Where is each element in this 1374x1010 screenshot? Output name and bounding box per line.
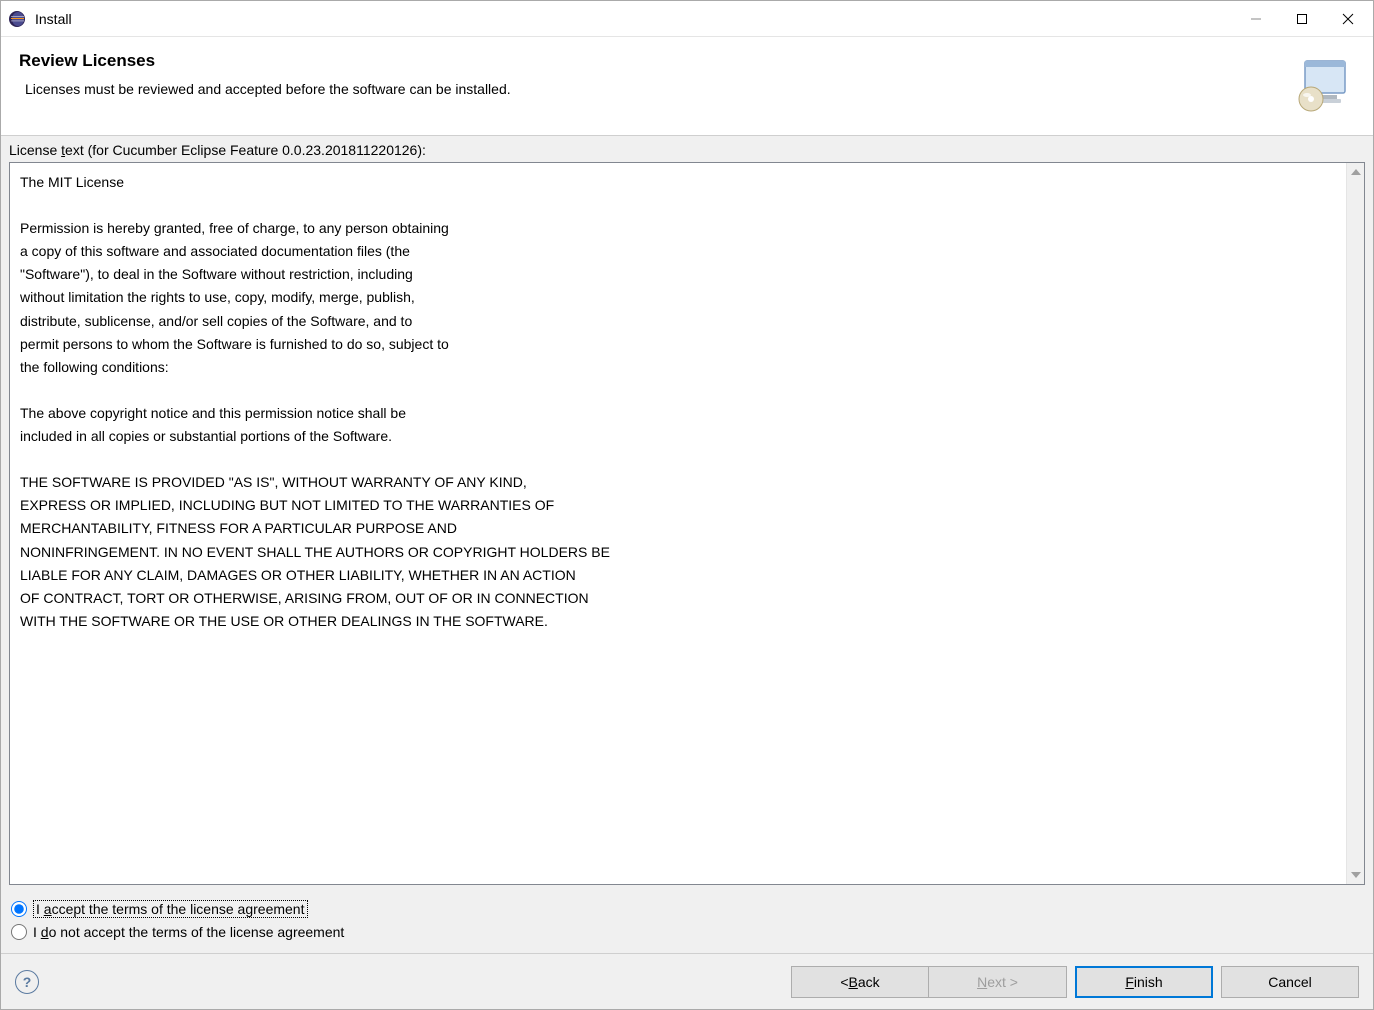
license-acceptance-group: I accept the terms of the license agreem… xyxy=(1,891,1373,953)
minimize-button[interactable] xyxy=(1233,3,1279,35)
decline-license-radio[interactable]: I do not accept the terms of the license… xyxy=(11,921,1363,943)
scroll-down-icon[interactable] xyxy=(1349,868,1363,882)
banner-subtitle: Licenses must be reviewed and accepted b… xyxy=(19,81,1281,97)
license-text-box: The MIT License Permission is hereby gra… xyxy=(9,162,1365,885)
accept-radio-input[interactable] xyxy=(11,901,27,917)
scrollbar[interactable] xyxy=(1346,163,1364,884)
window-title: Install xyxy=(35,11,72,27)
cancel-button[interactable]: Cancel xyxy=(1221,966,1359,998)
next-button: Next > xyxy=(929,966,1067,998)
close-button[interactable] xyxy=(1325,3,1371,35)
accept-license-radio[interactable]: I accept the terms of the license agreem… xyxy=(11,897,1363,921)
scroll-up-icon[interactable] xyxy=(1349,165,1363,179)
content-area: License text (for Cucumber Eclipse Featu… xyxy=(1,136,1373,953)
decline-radio-input[interactable] xyxy=(11,924,27,940)
banner-title: Review Licenses xyxy=(19,51,1281,71)
finish-button[interactable]: Finish xyxy=(1075,966,1213,998)
decline-radio-label: I do not accept the terms of the license… xyxy=(33,924,344,940)
eclipse-icon xyxy=(7,9,27,29)
back-button[interactable]: < Back xyxy=(791,966,929,998)
license-text-label: License text (for Cucumber Eclipse Featu… xyxy=(1,136,1373,162)
maximize-button[interactable] xyxy=(1279,3,1325,35)
accept-radio-label: I accept the terms of the license agreem… xyxy=(33,900,308,918)
license-text-content[interactable]: The MIT License Permission is hereby gra… xyxy=(10,163,1346,884)
install-icon xyxy=(1291,51,1355,115)
wizard-banner: Review Licenses Licenses must be reviewe… xyxy=(1,37,1373,136)
help-icon[interactable]: ? xyxy=(15,970,39,994)
button-bar: ? < Back Next > Finish Cancel xyxy=(1,953,1373,1009)
titlebar: Install xyxy=(1,1,1373,37)
